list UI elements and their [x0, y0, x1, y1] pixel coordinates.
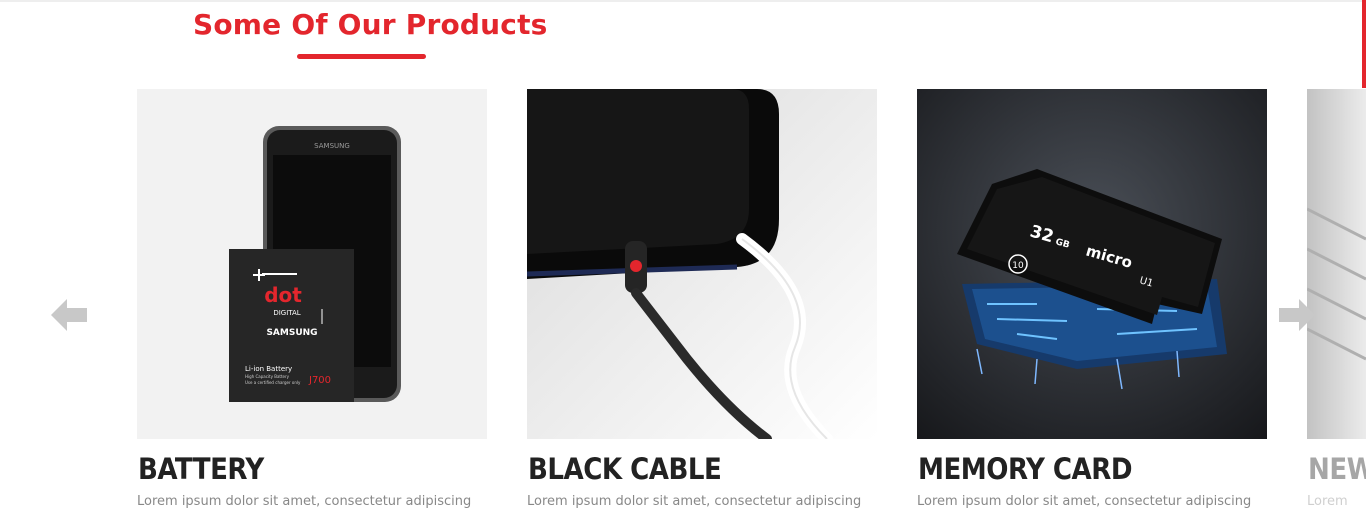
product-card-battery[interactable]: SAMSUNG dot DIGITAL SAMSUNG Li-ion Batte…: [137, 89, 487, 524]
product-description: Lorem ipsum dolor sit amet, consectetur …: [137, 494, 472, 509]
product-image-memory-card[interactable]: 32 GB micro 10 U1: [917, 89, 1267, 439]
arrow-right-icon: [1279, 299, 1315, 331]
product-title[interactable]: BATTERY: [138, 450, 264, 488]
product-image-black-cable[interactable]: [527, 89, 877, 439]
product-title[interactable]: MEMORY CARD: [918, 450, 1133, 488]
phone-brand: SAMSUNG: [314, 142, 350, 150]
next-slide-button[interactable]: [1275, 293, 1319, 337]
top-divider: [0, 0, 1366, 2]
product-description: Lorem ipsum dolor sit amet, consectetur …: [917, 494, 1252, 509]
product-image-new[interactable]: [1307, 89, 1366, 439]
product-title[interactable]: BLACK CABLE: [528, 450, 722, 488]
product-description: Lorem: [1307, 494, 1348, 509]
product-image-battery[interactable]: SAMSUNG dot DIGITAL SAMSUNG Li-ion Batte…: [137, 89, 487, 439]
battery-type: Li-ion Battery: [245, 365, 292, 373]
arrow-left-icon: [51, 299, 87, 331]
prev-slide-button[interactable]: [47, 293, 91, 337]
product-title[interactable]: NEW: [1308, 450, 1366, 488]
battery-model: J700: [308, 375, 331, 386]
battery-logo-sub: DIGITAL: [273, 309, 300, 317]
section-title: Some Of Our Products: [193, 8, 548, 41]
memory-class: 10: [1012, 261, 1024, 271]
battery-logo: dot: [264, 283, 302, 307]
scroll-accent-bar: [1362, 0, 1366, 88]
battery-brand: SAMSUNG: [266, 328, 317, 338]
battery-spec-2: Use a certified charger only: [245, 380, 301, 385]
battery-spec-1: High Capacity Battery: [245, 374, 290, 379]
title-underline: [297, 54, 426, 59]
product-card-black-cable[interactable]: BLACK CABLE Lorem ipsum dolor sit amet, …: [527, 89, 877, 524]
product-description: Lorem ipsum dolor sit amet, consectetur …: [527, 494, 862, 509]
product-card-memory-card[interactable]: 32 GB micro 10 U1 MEMORY CARD Lorem ipsu…: [917, 89, 1267, 524]
